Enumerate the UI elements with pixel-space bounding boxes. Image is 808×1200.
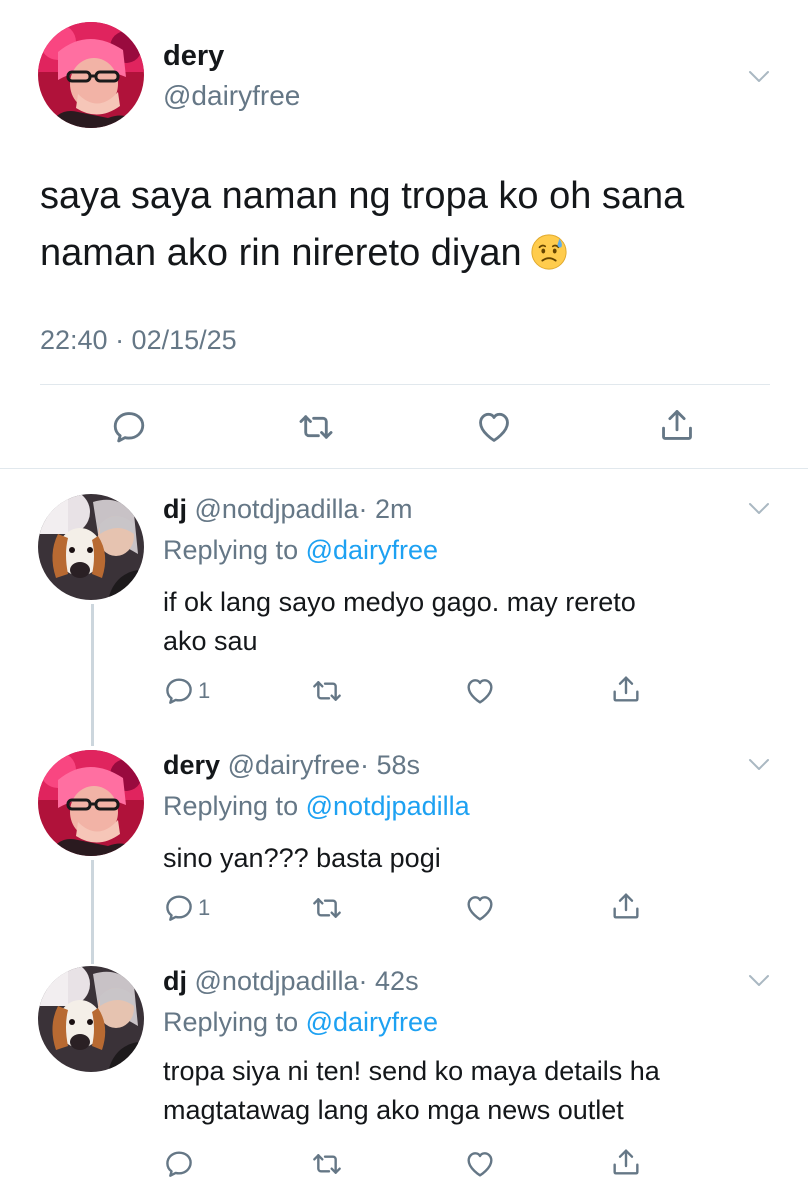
mention-link[interactable]: @notdjpadilla: [306, 791, 470, 821]
replying-to-label: Replying to: [163, 1007, 306, 1037]
reply-icon: [110, 408, 148, 446]
share-button[interactable]: [610, 1146, 642, 1178]
author-handle[interactable]: @notdjpadilla: [195, 966, 359, 996]
reply-time: · 2m: [358, 494, 413, 524]
reply-count: 1: [198, 678, 211, 703]
tweet-timestamp[interactable]: 22:40 · 02/15/25: [40, 325, 237, 356]
reply-header: dery @dairyfree· 58s: [163, 750, 420, 781]
reply-text-line: ako sau: [163, 626, 258, 656]
chevron-down-icon[interactable]: [748, 974, 770, 988]
replying-to: Replying to @dairyfree: [163, 535, 438, 566]
divider: [0, 468, 808, 469]
author-name[interactable]: dj: [163, 494, 187, 524]
reply-button[interactable]: [163, 1148, 195, 1180]
reply-header: dj @notdjpadilla· 2m: [163, 494, 413, 525]
retweet-icon: [297, 408, 335, 446]
author-name[interactable]: dery: [163, 750, 220, 780]
chevron-down-icon[interactable]: [748, 758, 770, 772]
reply-button[interactable]: 1: [163, 675, 210, 707]
replying-to-label: Replying to: [163, 791, 306, 821]
reply-text-line: tropa siya ni ten! send ko maya details …: [163, 1056, 660, 1086]
thread-line: [91, 860, 94, 964]
reply-button[interactable]: [110, 408, 148, 446]
retweet-button[interactable]: [311, 1148, 343, 1180]
avatar[interactable]: [38, 494, 144, 600]
retweet-icon: [311, 892, 343, 924]
share-icon: [610, 1146, 642, 1178]
mention-link[interactable]: @dairyfree: [306, 535, 438, 565]
chevron-down-icon[interactable]: [748, 502, 770, 516]
replying-to: Replying to @dairyfree: [163, 1007, 438, 1038]
like-button[interactable]: [463, 892, 497, 924]
thread-line: [91, 604, 94, 746]
retweet-button[interactable]: [311, 675, 343, 707]
reply-text: sino yan??? basta pogi: [163, 839, 763, 878]
reply-text-line: sino yan??? basta pogi: [163, 843, 441, 873]
author-handle[interactable]: @dairyfree: [228, 750, 360, 780]
like-button[interactable]: [463, 675, 497, 707]
retweet-button[interactable]: [297, 408, 335, 446]
like-button[interactable]: [474, 408, 514, 446]
reply-icon: [163, 1148, 195, 1180]
sad-but-relieved-emoji-icon: [530, 233, 568, 271]
share-icon: [610, 890, 642, 922]
reply-icon: [163, 892, 195, 924]
heart-icon: [463, 675, 497, 707]
tweet-text-content: saya saya naman ng tropa ko oh sana nama…: [40, 175, 685, 274]
reply-count: 1: [198, 895, 211, 920]
replying-to-label: Replying to: [163, 535, 306, 565]
share-button[interactable]: [610, 890, 642, 922]
divider: [40, 384, 770, 385]
reply-button[interactable]: 1: [163, 892, 210, 924]
heart-icon: [463, 892, 497, 924]
like-button[interactable]: [463, 1148, 497, 1180]
avatar[interactable]: [38, 22, 144, 128]
retweet-button[interactable]: [311, 892, 343, 924]
author-handle[interactable]: @notdjpadilla: [195, 494, 359, 524]
share-button[interactable]: [658, 406, 696, 444]
reply-time: · 42s: [358, 966, 419, 996]
retweet-icon: [311, 675, 343, 707]
replying-to: Replying to @notdjpadilla: [163, 791, 470, 822]
reply-header: dj @notdjpadilla· 42s: [163, 966, 419, 997]
mention-link[interactable]: @dairyfree: [306, 1007, 438, 1037]
heart-icon: [474, 408, 514, 446]
author-handle[interactable]: @dairyfree: [163, 80, 300, 112]
author-name[interactable]: dery: [163, 40, 224, 73]
tweet-text: saya saya naman ng tropa ko oh sana nama…: [40, 168, 770, 282]
heart-icon: [463, 1148, 497, 1180]
share-icon: [658, 406, 696, 444]
main-tweet: dery @dairyfree saya saya naman ng tropa…: [0, 0, 808, 470]
retweet-icon: [311, 1148, 343, 1180]
reply-text-line: if ok lang sayo medyo gago. may rereto: [163, 587, 636, 617]
reply-icon: [163, 675, 195, 707]
share-icon: [610, 673, 642, 705]
reply-text: tropa siya ni ten! send ko maya details …: [163, 1052, 763, 1130]
author-name[interactable]: dj: [163, 966, 187, 996]
share-button[interactable]: [610, 673, 642, 705]
reply-time: · 58s: [360, 750, 421, 780]
chevron-down-icon[interactable]: [748, 70, 770, 84]
avatar[interactable]: [38, 966, 144, 1072]
reply-text-line: magtatawag lang ako mga news outlet: [163, 1095, 624, 1125]
avatar[interactable]: [38, 750, 144, 856]
reply-text: if ok lang sayo medyo gago. may rereto a…: [163, 583, 763, 661]
